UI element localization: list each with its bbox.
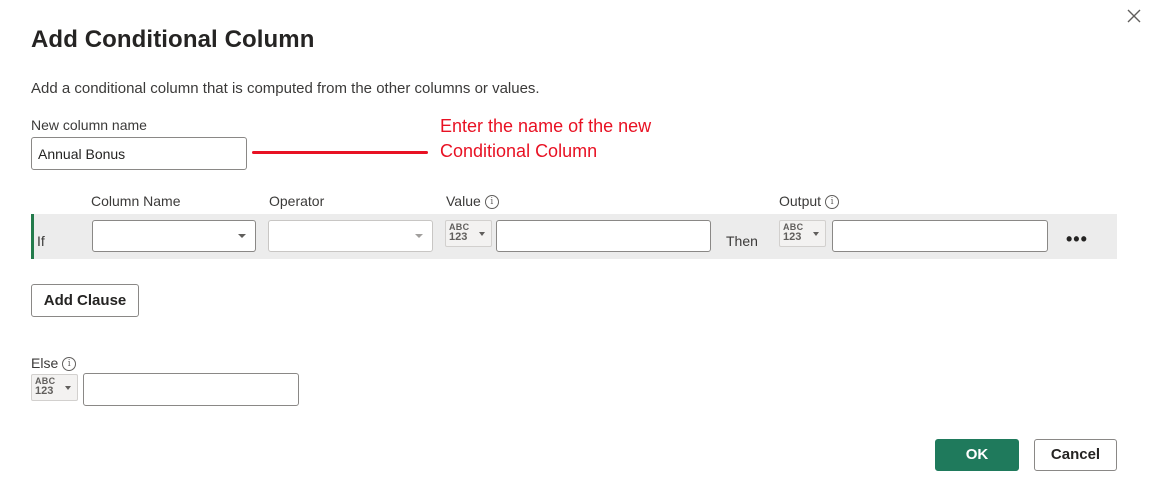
chevron-down-icon [65, 386, 71, 390]
close-icon[interactable] [1124, 6, 1144, 26]
annotation-arrow-line [252, 151, 428, 154]
else-label: Else [31, 355, 59, 371]
chevron-down-icon [238, 234, 246, 238]
type-icon-123: 123 [35, 385, 54, 397]
else-info-icon[interactable]: i [62, 357, 77, 372]
value-header-label: Value [446, 193, 481, 209]
ok-button[interactable]: OK [935, 439, 1019, 471]
else-input[interactable] [83, 373, 299, 406]
value-type-selector[interactable]: ABC 123 [445, 220, 492, 247]
value-info-icon[interactable]: i [484, 195, 499, 210]
type-icon-123: 123 [783, 231, 802, 243]
else-header: Else i [31, 355, 77, 372]
value-input[interactable] [496, 220, 711, 252]
new-column-name-input[interactable] [31, 137, 247, 170]
type-icon-123: 123 [449, 231, 468, 243]
add-clause-button[interactable]: Add Clause [31, 284, 139, 317]
output-input[interactable] [832, 220, 1048, 252]
output-info-icon[interactable]: i [825, 195, 840, 210]
chevron-down-icon [415, 234, 423, 238]
output-type-selector[interactable]: ABC 123 [779, 220, 826, 247]
annotation-text: Enter the name of the new Conditional Co… [440, 116, 652, 161]
if-label: If [37, 233, 45, 249]
chevron-down-icon [479, 232, 485, 236]
value-header: Value i [446, 193, 499, 210]
output-header-label: Output [779, 193, 822, 209]
else-type-selector[interactable]: ABC 123 [31, 374, 78, 401]
column-name-header: Column Name [91, 193, 181, 209]
column-name-dropdown[interactable] [92, 220, 256, 252]
output-header: Output i [779, 193, 840, 210]
operator-header: Operator [269, 193, 325, 209]
more-options-icon[interactable]: ••• [1066, 230, 1088, 248]
new-column-name-label: New column name [31, 117, 147, 133]
chevron-down-icon [813, 232, 819, 236]
cancel-button[interactable]: Cancel [1034, 439, 1117, 471]
operator-dropdown[interactable] [268, 220, 433, 252]
dialog-description: Add a conditional column that is compute… [31, 80, 540, 97]
dialog-title: Add Conditional Column [31, 26, 315, 53]
then-label: Then [726, 233, 758, 249]
